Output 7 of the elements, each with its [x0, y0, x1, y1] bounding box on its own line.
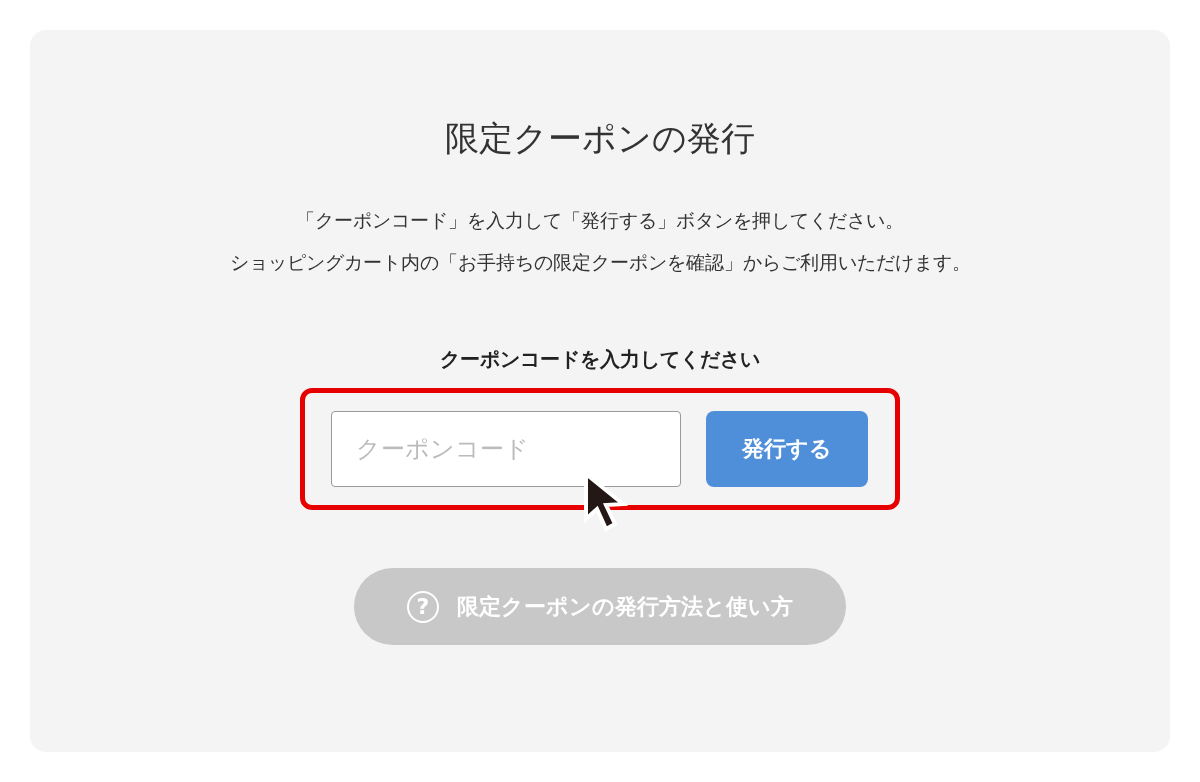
field-label: クーポンコードを入力してください	[440, 346, 760, 373]
help-icon: ?	[407, 590, 439, 623]
instruction-text: ショッピングカート内の「お手持ちの限定クーポンを確認」からご利用いただけます。	[229, 250, 971, 275]
issue-button[interactable]: 発行する	[706, 411, 868, 487]
coupon-code-field[interactable]: クーポンコード	[331, 411, 681, 487]
page-title: 限定クーポンの発行	[445, 117, 755, 160]
instruction-text: 「クーポンコード」を入力して「発行する」ボタンを押してください。	[296, 208, 904, 233]
